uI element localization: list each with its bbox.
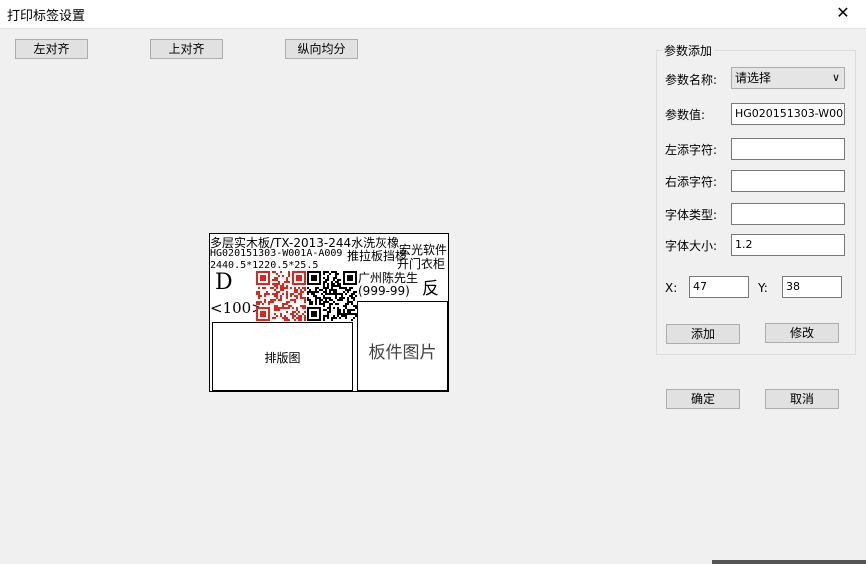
ok-button[interactable]: 确定 [666,389,740,409]
panel-image-box[interactable]: 板件图片 [357,301,448,391]
font-size-label: 字体大小: [665,239,718,253]
align-left-button[interactable]: 左对齐 [15,39,88,59]
distribute-vertical-button[interactable]: 纵向均分 [285,39,358,59]
x-field[interactable]: 47 [689,276,749,298]
panel-image-label: 板件图片 [368,343,437,363]
black-qr-code-icon[interactable] [307,271,357,321]
right-add-field[interactable] [731,170,845,192]
right-add-label: 右添字符: [665,175,718,189]
left-add-label: 左添字符: [665,143,718,157]
params-group-title: 参数添加 [662,42,715,59]
preview-order-code-text[interactable]: (999-99) [358,284,410,298]
param-name-select[interactable]: 请选择 ∨ [731,67,845,89]
window-title: 打印标签设置 [7,9,86,24]
preview-big-letter[interactable]: D [215,270,233,295]
modify-button[interactable]: 修改 [765,323,839,343]
add-button[interactable]: 添加 [666,324,740,344]
layout-diagram-label: 排版图 [264,351,301,365]
y-label: Y: [758,281,768,295]
close-icon[interactable]: ✕ [820,0,866,28]
param-name-value: 请选择 [735,71,772,85]
left-add-field[interactable] [731,138,845,160]
param-value-label: 参数值: [665,108,706,122]
font-type-field[interactable] [731,203,845,225]
param-value-field[interactable]: HG020151303-W001A [731,103,845,125]
font-size-field[interactable]: 1.2 [731,234,845,256]
preview-code-text[interactable]: HG020151303-W001A-A009 [210,248,342,259]
layout-diagram-box[interactable]: 排版图 [212,322,353,391]
red-qr-code-icon[interactable] [256,271,306,321]
x-label: X: [665,281,678,295]
background-strip [712,560,866,564]
preview-reverse-text[interactable]: 反 [422,274,439,299]
y-field[interactable]: 38 [782,276,842,298]
label-preview: 多层实木板/TX-2013-244水洗灰橡 HG020151303-W001A-… [209,233,449,392]
title-bar: 打印标签设置 ✕ [0,0,866,29]
chevron-down-icon: ∨ [831,71,840,84]
align-top-button[interactable]: 上对齐 [150,39,223,59]
param-name-label: 参数名称: [665,73,718,87]
font-type-label: 字体类型: [665,208,718,222]
cancel-button[interactable]: 取消 [765,389,839,409]
